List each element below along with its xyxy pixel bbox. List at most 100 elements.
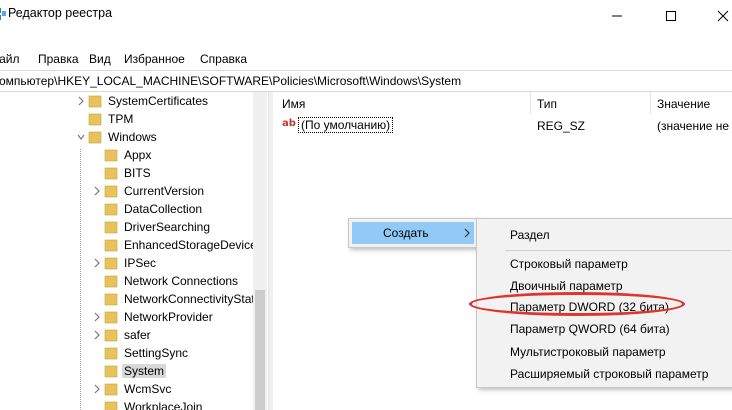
tree-item[interactable]: safer [0, 326, 268, 344]
minimize-button[interactable] [594, 0, 640, 30]
tree-item[interactable]: TPM [0, 110, 268, 128]
annotation-oval [469, 292, 685, 316]
tree-item-label: CurrentVersion [124, 184, 205, 198]
folder-icon [104, 383, 118, 396]
tree-item-label: Appx [124, 148, 152, 162]
window-title: Редактор реестра [8, 6, 113, 20]
title-bar: Редактор реестра [0, 0, 732, 30]
submenu-item-key[interactable]: Раздел [510, 228, 550, 242]
menu-item-create-label: Создать [383, 226, 429, 240]
folder-icon [104, 257, 118, 270]
tree-item-label: WorkplaceJoin [124, 400, 203, 410]
column-header-name[interactable]: Имя [282, 97, 305, 111]
chevron-right-icon[interactable] [92, 329, 102, 341]
registry-editor-icon [0, 8, 6, 20]
submenu-item-multistring[interactable]: Мультистроковый параметр [510, 345, 666, 359]
tree-item-label: NetworkConnectivityStatusIndicator [124, 292, 268, 306]
tree-scrollbar-thumb[interactable] [255, 290, 265, 410]
tree-item[interactable]: DriverSearching [0, 218, 268, 236]
pane-splitter[interactable] [268, 92, 273, 410]
chevron-right-icon[interactable] [92, 257, 102, 269]
chevron-right-icon[interactable] [76, 95, 86, 107]
tree-item-selected[interactable]: System [0, 362, 268, 380]
value-name[interactable]: (По умолчанию) [298, 117, 394, 133]
tree-item-label: NetworkProvider [124, 310, 213, 324]
address-path[interactable]: Компьютер\HKEY_LOCAL_MACHINE\SOFTWARE\Po… [0, 74, 461, 88]
tree-item[interactable]: NetworkConnectivityStatusIndicator [0, 290, 268, 308]
address-bar[interactable]: Компьютер\HKEY_LOCAL_MACHINE\SOFTWARE\Po… [0, 70, 732, 92]
folder-icon [104, 203, 118, 216]
tree-item[interactable]: WcmSvc [0, 380, 268, 398]
tree-item-label: Windows [108, 130, 157, 144]
chevron-right-icon [464, 228, 470, 238]
tree-item[interactable]: NetworkProvider [0, 308, 268, 326]
folder-icon [104, 275, 118, 288]
chevron-right-icon[interactable] [92, 185, 102, 197]
tree-item-label: TPM [108, 112, 134, 126]
chevron-down-icon[interactable] [76, 131, 86, 143]
folder-icon [104, 311, 118, 324]
folder-icon [104, 239, 118, 252]
tree-item[interactable]: DataCollection [0, 200, 268, 218]
tree-item[interactable]: EnhancedStorageDevices [0, 236, 268, 254]
column-header-data[interactable]: Значение [657, 97, 710, 111]
tree-item-label: DataCollection [124, 202, 203, 216]
tree-item-label: EnhancedStorageDevices [124, 238, 263, 252]
submenu-item-string[interactable]: Строковый параметр [510, 257, 628, 271]
minimize-icon [612, 15, 622, 17]
list-row[interactable]: ab (По умолчанию) REG_SZ (значение не [272, 117, 732, 135]
folder-icon [104, 329, 118, 342]
tree-item[interactable]: CurrentVersion [0, 182, 268, 200]
tree-item[interactable]: WorkplaceJoin [0, 398, 268, 410]
folder-icon [88, 113, 102, 126]
folder-icon [104, 167, 118, 180]
submenu-item-qword[interactable]: Параметр QWORD (64 бита) [510, 322, 670, 336]
menu-edit[interactable]: Правка [38, 52, 79, 66]
column-separator[interactable] [530, 92, 531, 114]
tree-item-label: WcmSvc [124, 382, 172, 396]
folder-icon [104, 347, 118, 360]
tree-item[interactable]: SystemCertificates [0, 92, 268, 110]
submenu-item-expandable-string[interactable]: Расширяемый строковый параметр [510, 367, 708, 381]
tree-item-label: SystemCertificates [108, 94, 209, 108]
folder-icon [104, 365, 118, 378]
tree-item-label: DriverSearching [124, 220, 211, 234]
tree-item[interactable]: Windows [0, 128, 268, 146]
menu-help[interactable]: Справка [200, 52, 247, 66]
menu-file[interactable]: Файл [0, 52, 20, 66]
tree-item-label: BITS [124, 166, 151, 180]
tree-item[interactable]: Appx [0, 146, 268, 164]
menu-view[interactable]: Вид [89, 52, 111, 66]
chevron-right-icon[interactable] [92, 311, 102, 323]
folder-icon [88, 95, 102, 108]
close-button[interactable] [700, 0, 732, 30]
column-header-type[interactable]: Тип [537, 97, 557, 111]
folder-icon [104, 401, 118, 410]
folder-icon [104, 293, 118, 306]
menu-separator [505, 250, 731, 251]
tree-item-label: System [122, 364, 167, 378]
menu-favorites[interactable]: Избранное [124, 52, 185, 66]
tree-item[interactable]: SettingSync [0, 344, 268, 362]
registry-tree: SystemCertificates TPM Windows Appx BITS… [0, 92, 268, 410]
tree-item-label: IPSec [124, 256, 157, 270]
tree-item[interactable]: Network Connections [0, 272, 268, 290]
folder-open-icon [88, 131, 102, 144]
submenu-item-binary[interactable]: Двоичный параметр [510, 279, 623, 293]
value-data: (значение не [657, 119, 730, 133]
tree-item[interactable]: BITS [0, 164, 268, 182]
value-type: REG_SZ [537, 119, 586, 133]
tree-item-label: Network Connections [124, 274, 239, 288]
context-menu: Создать [348, 218, 478, 248]
maximize-button[interactable] [648, 0, 694, 30]
string-value-icon: ab [282, 118, 296, 129]
column-separator[interactable] [650, 92, 651, 114]
tree-item-label: safer [124, 328, 151, 342]
folder-icon [104, 221, 118, 234]
list-header: Имя Тип Значение [272, 92, 732, 114]
close-icon [717, 10, 729, 22]
tree-item-label: SettingSync [124, 346, 189, 360]
tree-item[interactable]: IPSec [0, 254, 268, 272]
folder-icon [104, 185, 118, 198]
chevron-right-icon[interactable] [92, 383, 102, 395]
